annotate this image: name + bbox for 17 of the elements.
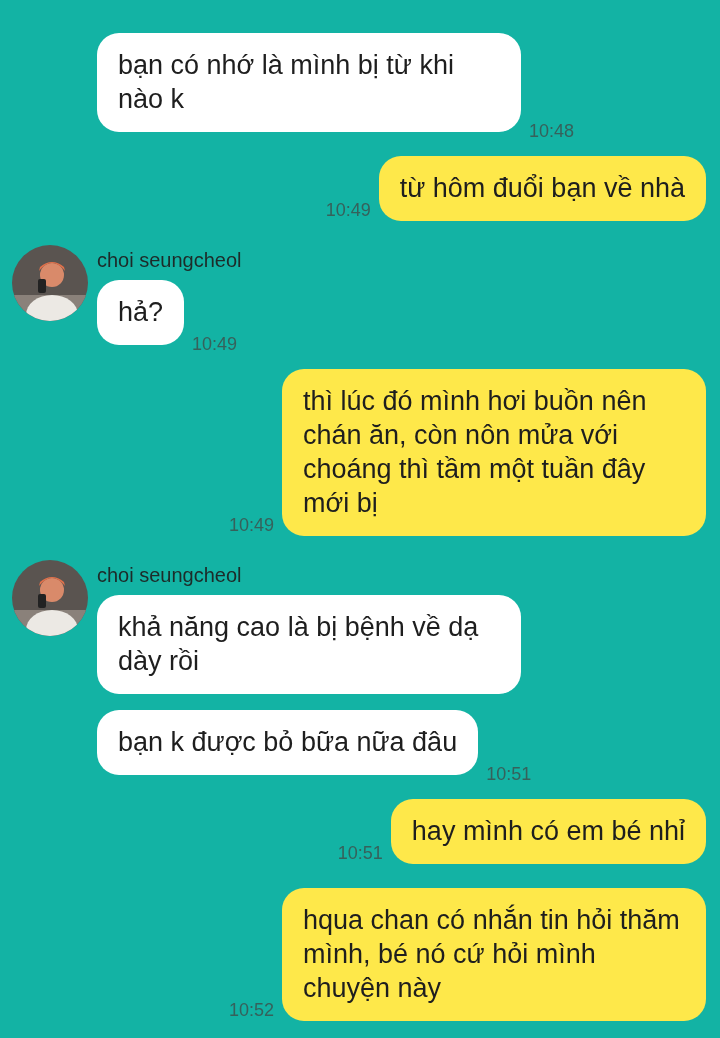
message-time: 10:49 bbox=[228, 515, 274, 536]
message-bubble: bạn k được bỏ bữa nữa đâu bbox=[97, 710, 479, 775]
message-time: 10:51 bbox=[486, 764, 532, 785]
message-time: 10:52 bbox=[228, 1000, 274, 1021]
sender-name: choi seungcheol bbox=[97, 564, 243, 587]
message-bubble: khả năng cao là bị bệnh về dạ dày rồi bbox=[97, 595, 521, 694]
message-bubble: thì lúc đó mình hơi buồn nên chán ăn, còn nôn mửa với choáng thì tầm một tuần đây mới bị bbox=[282, 369, 706, 536]
message-bubble: hay mình có em bé nhỉ bbox=[390, 799, 706, 864]
sender-name: choi seungcheol bbox=[97, 249, 242, 272]
message-bubble: hả? bbox=[97, 280, 185, 345]
message-bubble: bạn có nhớ là mình bị từ khi nào k bbox=[97, 33, 521, 132]
message-bubble: từ hôm đuổi bạn về nhà bbox=[378, 156, 706, 221]
message-time: 10:48 bbox=[529, 121, 575, 142]
message-time: 10:51 bbox=[337, 843, 383, 864]
message-time: 10:49 bbox=[325, 200, 371, 221]
message-time: 10:49 bbox=[192, 334, 238, 355]
message-bubble: hqua chan có nhắn tin hỏi thăm mình, bé nó cứ hỏi mình chuyện này bbox=[282, 888, 706, 1021]
